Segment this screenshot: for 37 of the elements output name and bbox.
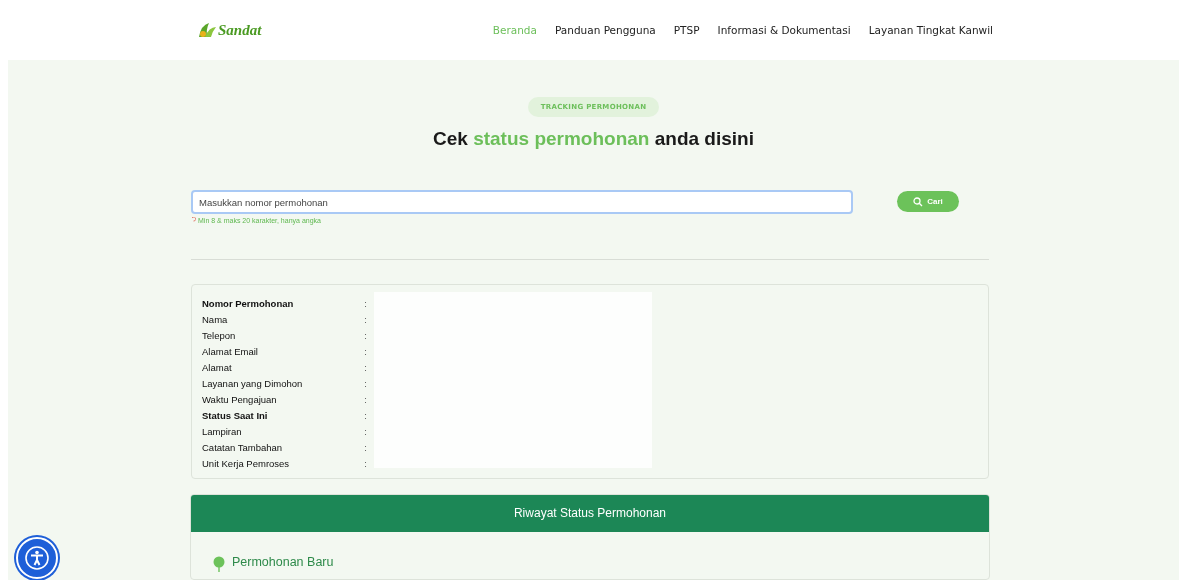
search-icon	[913, 196, 924, 207]
hint-icon	[191, 217, 196, 222]
search-field[interactable]: Masukkan nomor permohonan	[191, 190, 853, 214]
field-separator: :	[364, 313, 367, 325]
person-icon	[25, 546, 49, 570]
field-label: Telepon	[202, 329, 236, 341]
nav-link[interactable]: Layanan Tingkat Kanwil	[868, 24, 993, 36]
field-label: Unit Kerja Pemroses	[202, 457, 290, 469]
history-header: Riwayat Status Permohonan	[191, 495, 989, 532]
field-label: Lampiran	[202, 425, 242, 437]
timeline-dot-icon	[213, 556, 225, 572]
field-separator: :	[364, 409, 367, 421]
field-label: Nama	[202, 313, 228, 325]
field-label: Nomor Permohonan	[202, 297, 294, 309]
history-item: Permohonan Baru	[232, 556, 334, 568]
field-label: Alamat Email	[202, 345, 258, 357]
nav-link[interactable]: PTSP	[673, 24, 700, 36]
field-separator: :	[364, 441, 367, 453]
field-label: Status Saat Ini	[202, 409, 268, 421]
field-separator: :	[364, 425, 367, 437]
page-title: Cek status permohonan anda disini	[433, 128, 754, 150]
field-label: Catatan Tambahan	[202, 441, 283, 453]
field-label: Alamat	[202, 361, 232, 373]
field-separator: :	[364, 377, 367, 389]
leaf-icon	[197, 21, 217, 39]
nav-link[interactable]: Informasi & Dokumentasi	[717, 24, 851, 36]
field-separator: :	[364, 329, 367, 341]
field-label: Waktu Pengajuan	[202, 393, 277, 405]
field-separator: :	[364, 457, 367, 469]
field-separator: :	[364, 297, 367, 309]
field-label: Layanan yang Dimohon	[202, 377, 303, 389]
accessibility-button[interactable]	[16, 537, 58, 579]
field-separator: :	[364, 345, 367, 357]
field-separator: :	[364, 393, 367, 405]
logo[interactable]: Sandat	[197, 21, 262, 39]
field-separator: :	[364, 361, 367, 373]
nav-link[interactable]: Panduan Pengguna	[554, 24, 656, 36]
